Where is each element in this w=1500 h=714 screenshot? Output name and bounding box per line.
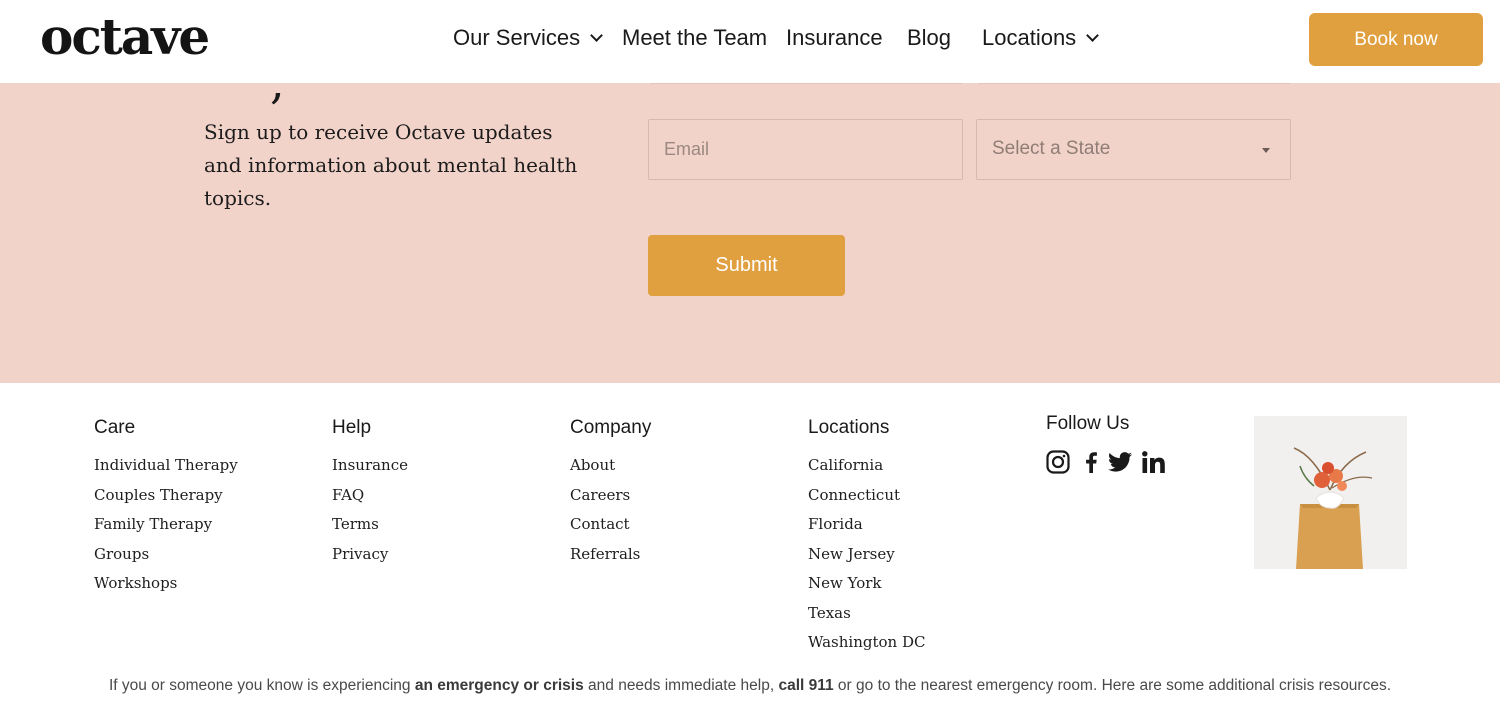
footer-column-title: Help [332, 417, 372, 438]
email-field-wrapper [648, 119, 963, 180]
instagram-icon[interactable] [1046, 450, 1070, 479]
caret-down-icon [1262, 148, 1270, 153]
nav-blog-label: Blog [907, 25, 952, 50]
state-select[interactable]: Select a State [976, 119, 1291, 180]
heading-descender-fragment: , [270, 83, 285, 109]
footer-link[interactable]: Texas [808, 603, 925, 633]
newsletter-section: , Sign up to receive Octave updates and … [0, 83, 1500, 383]
footer-link[interactable]: California [808, 455, 925, 485]
email-field[interactable] [649, 120, 962, 179]
nav-blog[interactable]: Blog [907, 24, 951, 52]
emergency-crisis-link[interactable]: an emergency or crisis [415, 677, 584, 694]
nav-insurance[interactable]: Insurance [786, 24, 883, 52]
crisis-notice: If you or someone you know is experienci… [0, 677, 1500, 695]
nav-insurance-label: Insurance [786, 25, 883, 50]
footer-link[interactable]: Individual Therapy [94, 455, 238, 485]
octave-logo[interactable]: octave [40, 6, 210, 68]
nav-locations[interactable]: Locations [982, 24, 1100, 52]
footer-column-title: Company [570, 417, 652, 438]
book-now-button[interactable]: Book now [1309, 13, 1483, 66]
chevron-down-icon [590, 28, 604, 42]
nav-our-services-label: Our Services [453, 25, 581, 50]
linkedin-icon[interactable] [1142, 451, 1166, 478]
nav-locations-label: Locations [982, 25, 1077, 50]
call-911-link[interactable]: call 911 [778, 677, 833, 694]
nav-meet-the-team[interactable]: Meet the Team [622, 24, 767, 52]
footer-link[interactable]: Terms [332, 514, 408, 544]
footer-column-company: Company About Careers Contact Referrals [570, 417, 651, 573]
top-nav: octave Our Services Meet the Team Insura… [0, 0, 1500, 83]
footer-column-title: Locations [808, 417, 890, 438]
crisis-text: and needs immediate help, [583, 677, 779, 694]
nav-meet-the-team-label: Meet the Team [622, 25, 768, 50]
footer-column-care: Care Individual Therapy Couples Therapy … [94, 417, 238, 603]
footer-link[interactable]: Referrals [570, 544, 651, 574]
field-top-edge [978, 83, 1290, 84]
flower-vase-photo [1254, 416, 1407, 569]
social-links [1046, 450, 1176, 479]
crisis-text: If you or someone you know is experienci… [108, 677, 415, 694]
footer-link[interactable]: New Jersey [808, 544, 925, 574]
footer-column-help: Help Insurance FAQ Terms Privacy [332, 417, 408, 573]
facebook-icon[interactable] [1084, 451, 1098, 478]
follow-us-title: Follow Us [1046, 413, 1130, 434]
crisis-text: or go to the nearest emergency room. Her… [833, 677, 1392, 694]
footer-link[interactable]: Washington DC [808, 632, 925, 662]
follow-us: Follow Us [1046, 413, 1129, 435]
footer-link[interactable]: Groups [94, 544, 238, 574]
field-top-edge [650, 83, 962, 84]
chevron-down-icon [1086, 28, 1100, 42]
footer-column-locations: Locations California Connecticut Florida… [808, 417, 925, 662]
footer-link[interactable]: New York [808, 573, 925, 603]
footer-link[interactable]: Contact [570, 514, 651, 544]
newsletter-description: Sign up to receive Octave updates and in… [204, 120, 578, 210]
footer-link[interactable]: Connecticut [808, 485, 925, 515]
nav-our-services[interactable]: Our Services [453, 24, 604, 52]
footer-link[interactable]: Family Therapy [94, 514, 238, 544]
footer-link[interactable]: Insurance [332, 455, 408, 485]
submit-button[interactable]: Submit [648, 235, 845, 296]
state-select-value: Select a State [992, 138, 1111, 159]
footer-link[interactable]: Couples Therapy [94, 485, 238, 515]
twitter-icon[interactable] [1108, 452, 1132, 477]
footer-link[interactable]: About [570, 455, 651, 485]
footer-link[interactable]: FAQ [332, 485, 408, 515]
footer-link[interactable]: Workshops [94, 573, 238, 603]
footer-link[interactable]: Careers [570, 485, 651, 515]
footer-link[interactable]: Privacy [332, 544, 408, 574]
footer-column-title: Care [94, 417, 136, 438]
footer-link[interactable]: Florida [808, 514, 925, 544]
